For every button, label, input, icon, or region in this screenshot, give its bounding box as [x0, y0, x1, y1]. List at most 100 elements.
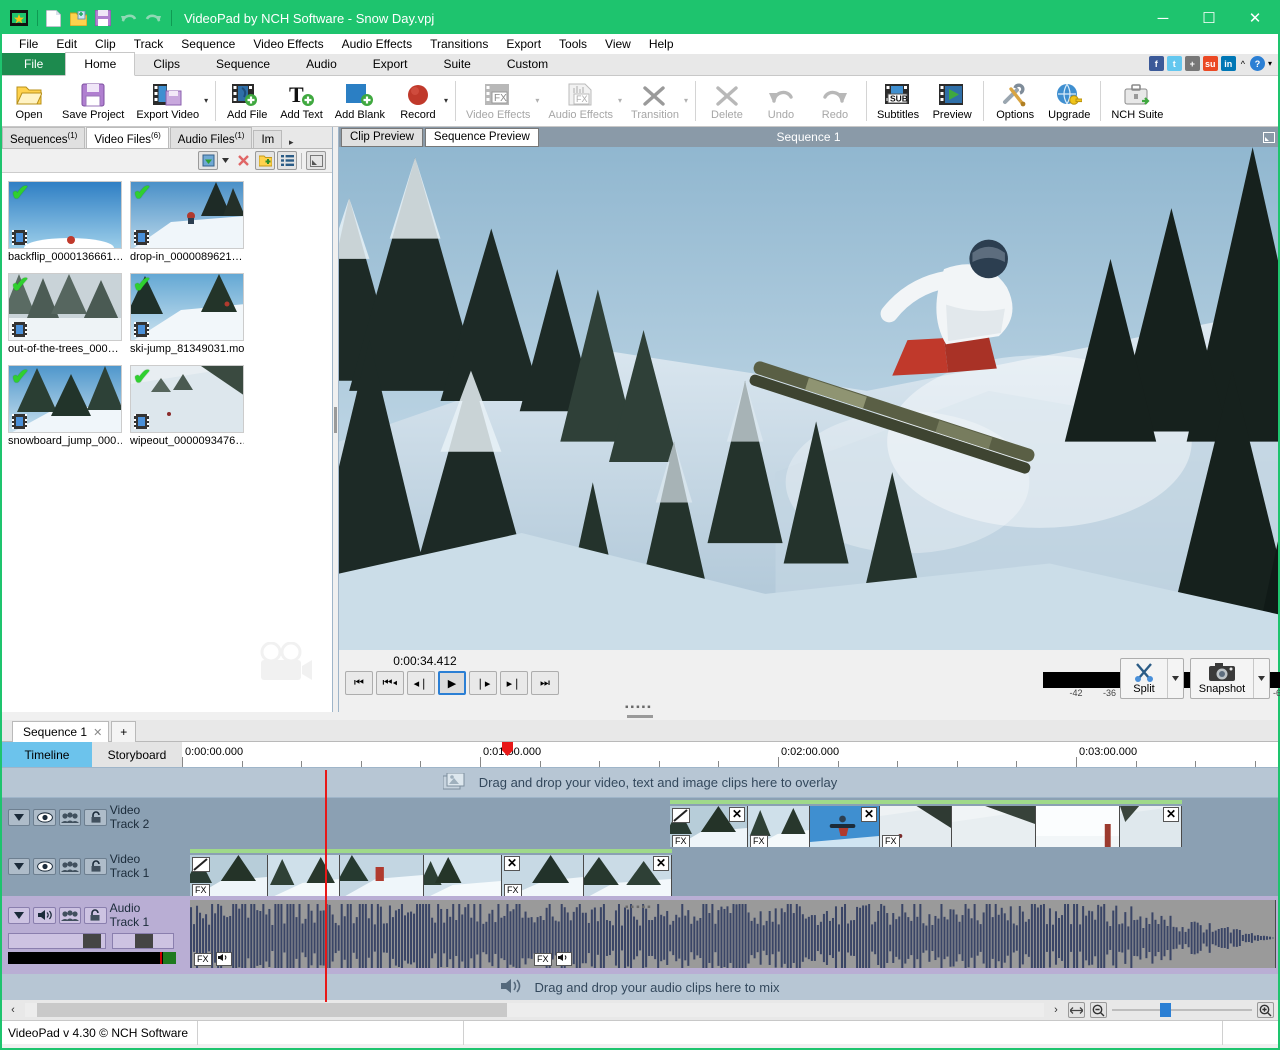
mixer-icon[interactable] [59, 809, 81, 826]
ribbon-tab-sequence[interactable]: Sequence [198, 53, 288, 75]
clip-speaker-icon[interactable] [216, 952, 232, 966]
ribbon-tab-home[interactable]: Home [65, 52, 135, 76]
add-sequence-button[interactable]: + [111, 721, 136, 742]
track-menu-caret[interactable] [8, 809, 30, 826]
timeline-clip[interactable] [1036, 806, 1120, 847]
timeline-clip[interactable]: ✕ [584, 855, 672, 896]
menu-track[interactable]: Track [125, 34, 173, 54]
next-clip-button[interactable]: ▸❘ [500, 671, 528, 695]
media-thumbnail[interactable]: ✔snowboard_jump_000… [8, 365, 122, 447]
media-tab-video-files[interactable]: Video Files(6) [86, 127, 168, 149]
media-thumbnail[interactable]: ✔drop-in_0000089621… [130, 181, 244, 263]
timeline-clip[interactable]: FX ✕ [502, 855, 584, 896]
timeline-clip[interactable] [424, 855, 502, 896]
timeline-clip[interactable]: FX✕ [670, 806, 748, 847]
clip-speaker-icon[interactable] [556, 952, 572, 966]
menu-help[interactable]: Help [640, 34, 683, 54]
menu-edit[interactable]: Edit [47, 34, 86, 54]
clip-fx-badge[interactable]: FX [882, 835, 900, 847]
track-lane[interactable]: FXFX [182, 896, 1278, 974]
transition-marker-icon[interactable]: ✕ [504, 856, 520, 871]
step-back-button[interactable]: ◂❘ [407, 671, 435, 695]
help-caret-icon[interactable]: ▾ [1268, 59, 1272, 68]
menu-transitions[interactable]: Transitions [421, 34, 497, 54]
save-project-button[interactable]: Save Project [56, 76, 130, 125]
step-forward-button[interactable]: ❘▸ [469, 671, 497, 695]
facebook-icon[interactable]: f [1149, 56, 1164, 71]
zoom-in-icon[interactable] [1257, 1002, 1274, 1018]
fade-handle-icon[interactable] [192, 857, 210, 872]
timeline-clip[interactable] [340, 855, 424, 896]
list-view-icon[interactable] [277, 151, 297, 170]
tab-scroll-right-icon[interactable]: ▸ [283, 137, 299, 148]
scroll-left-button[interactable]: ‹ [6, 1004, 20, 1016]
transition-marker-icon[interactable]: ✕ [1163, 807, 1179, 822]
snapshot-caret-icon[interactable] [1253, 659, 1269, 698]
menu-audio-effects[interactable]: Audio Effects [333, 34, 422, 54]
lock-icon[interactable] [84, 907, 106, 924]
timeline-clip[interactable]: ✕ [1120, 806, 1182, 847]
linkedin-icon[interactable]: in [1221, 56, 1236, 71]
preview-button[interactable]: Preview [925, 76, 979, 125]
zoom-out-icon[interactable] [1090, 1002, 1107, 1018]
snapshot-button[interactable]: Snapshot [1190, 658, 1270, 699]
add-text-button[interactable]: TAdd Text [274, 76, 329, 125]
transition-marker-icon[interactable]: ✕ [861, 807, 877, 822]
help-icon[interactable]: ? [1250, 56, 1265, 71]
ribbon-tab-export[interactable]: Export [355, 53, 426, 75]
menu-view[interactable]: View [596, 34, 640, 54]
timeline-view-tab-timeline[interactable]: Timeline [2, 742, 92, 767]
timeline-clip[interactable]: FX [748, 806, 810, 847]
timeline-clip[interactable] [952, 806, 1036, 847]
timeline-clip[interactable]: FX [880, 806, 952, 847]
mixer-icon[interactable] [59, 907, 81, 924]
clip-fx-badge[interactable]: FX [194, 953, 212, 966]
clip-fx-badge[interactable]: FX [672, 835, 690, 847]
add-blank-button[interactable]: Add Blank [329, 76, 391, 125]
record-button[interactable]: Record [391, 76, 445, 125]
menu-video-effects[interactable]: Video Effects [244, 34, 332, 54]
media-thumbnail[interactable]: ✔backflip_0000136661… [8, 181, 122, 263]
detach-icon[interactable] [1260, 127, 1278, 147]
menu-tools[interactable]: Tools [550, 34, 596, 54]
go-to-end-button[interactable]: ⏭ [531, 671, 559, 695]
media-thumbnail[interactable]: ✔ski-jump_81349031.mov [130, 273, 244, 355]
speaker-icon[interactable] [33, 907, 55, 924]
lock-icon[interactable] [84, 858, 106, 875]
preview-tab-clip-preview[interactable]: Clip Preview [341, 128, 423, 147]
visibility-eye-icon[interactable] [33, 809, 55, 826]
nch-suite-button[interactable]: NCH Suite [1105, 76, 1169, 125]
thumbnail-image[interactable]: ✔ [8, 181, 122, 249]
open-project-icon[interactable] [67, 8, 89, 28]
clip-fx-badge[interactable]: FX [192, 884, 210, 896]
twitter-icon[interactable]: t [1167, 56, 1182, 71]
track-lane[interactable]: FX✕FX✕FX✕ [182, 798, 1278, 847]
track-menu-caret[interactable] [8, 907, 30, 924]
upgrade-button[interactable]: Upgrade [1042, 76, 1096, 125]
track-menu-caret[interactable] [8, 858, 30, 875]
previous-clip-button[interactable]: ⏮◂ [376, 671, 404, 695]
maximize-button[interactable]: ☐ [1186, 2, 1232, 34]
media-thumbnail[interactable]: ✔out-of-the-trees_000… [8, 273, 122, 355]
ribbon-tab-suite[interactable]: Suite [425, 53, 488, 75]
clip-fx-badge[interactable]: FX [504, 884, 522, 896]
menu-export[interactable]: Export [497, 34, 550, 54]
preview-tab-sequence-preview[interactable]: Sequence Preview [425, 128, 539, 147]
media-tab-sequences[interactable]: Sequences(1) [2, 127, 85, 148]
scroll-thumb[interactable] [37, 1003, 507, 1017]
play-button[interactable]: ▶ [438, 671, 466, 695]
subtitles-button[interactable]: SUBSubtitles [871, 76, 925, 125]
scroll-track[interactable] [25, 1003, 1044, 1017]
ribbon-tab-custom[interactable]: Custom [489, 53, 566, 75]
scroll-right-button[interactable]: › [1049, 1004, 1063, 1016]
media-tab-im[interactable]: Im [253, 130, 282, 148]
add-file-button[interactable]: Add File [220, 76, 274, 125]
thumbnail-image[interactable]: ✔ [130, 365, 244, 433]
minimize-button[interactable]: ─ [1140, 2, 1186, 34]
track-lane[interactable]: FX FX ✕ ✕ [182, 847, 1278, 896]
timeline-clip[interactable] [268, 855, 340, 896]
pan-slider[interactable] [112, 933, 174, 949]
go-to-start-button[interactable]: ⏮ [345, 671, 373, 695]
stumbleupon-icon[interactable]: su [1203, 56, 1218, 71]
clip-fx-badge[interactable]: FX [750, 835, 768, 847]
